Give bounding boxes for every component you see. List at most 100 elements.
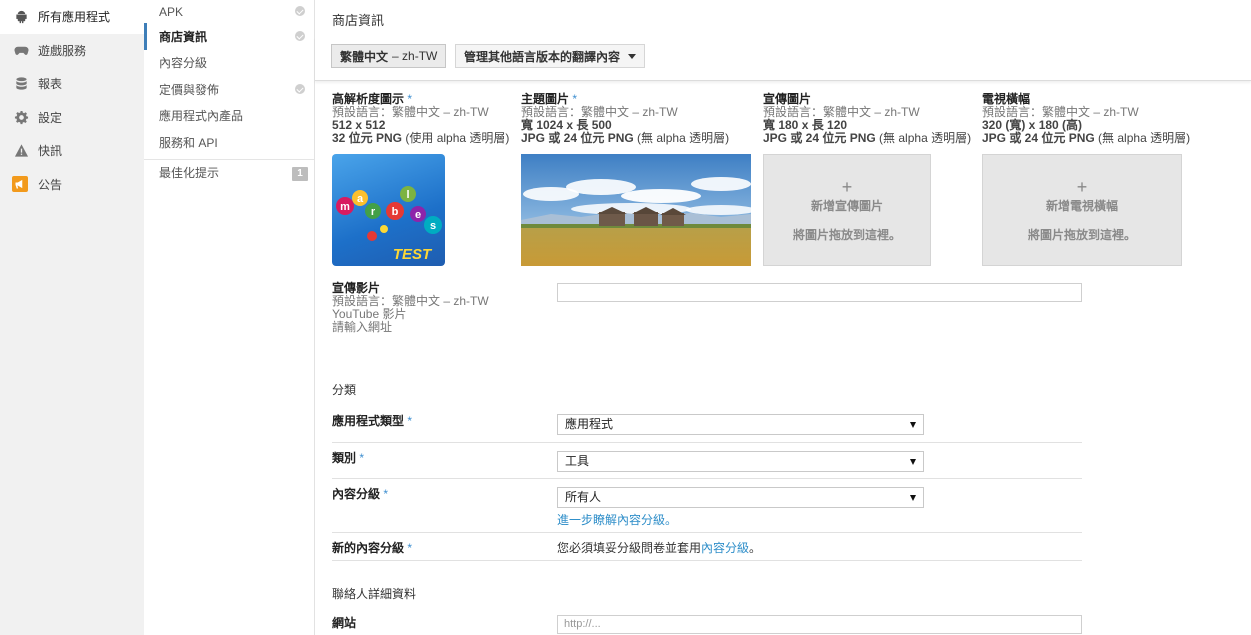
dropdown-arrow-icon [910, 495, 916, 501]
left-nav: 所有應用程式 遊戲服務 報表 設定 快訊 公告 [0, 0, 144, 635]
dropdown-arrow-icon [910, 459, 916, 465]
video-hint: 請輸入網址 [332, 320, 393, 334]
add-icon: + [1076, 177, 1088, 197]
svg-text:l: l [406, 189, 409, 201]
subnav-item-pricing[interactable]: 定價與發佈 [144, 76, 314, 103]
nav-label: 遊戲服務 [38, 43, 87, 58]
content-rating-select[interactable]: 所有人 [557, 487, 924, 508]
megaphone-icon [12, 176, 28, 193]
language-bar: 繁體中文 – zh-TW 管理其他語言版本的翻譯內容 [315, 37, 1251, 81]
subnav-label: 內容分級 [159, 56, 208, 71]
svg-text:r: r [371, 206, 376, 218]
gear-icon [12, 108, 30, 126]
hi-res-icon-info: 高解析度圖示 * 預設語言：繁體中文 – zh-TW 512 x 512 32 … [332, 93, 509, 145]
subnav-item-optimization-tips[interactable]: 最佳化提示 1 [144, 160, 314, 187]
check-circle-icon [295, 84, 305, 94]
subnav-item-in-app-products[interactable]: 應用程式內產品 [144, 103, 314, 130]
svg-text:a: a [357, 193, 364, 205]
category-label: 類別 * [332, 451, 365, 465]
page-title: 商店資訊 [332, 13, 385, 28]
app-type-row: 應用程式類型 * 應用程式 [332, 406, 1082, 443]
add-promo-label: 新增宣傳圖片 [810, 199, 883, 213]
nav-game-services[interactable]: 遊戲服務 [0, 34, 144, 68]
asset-format: JPG 或 24 位元 PNG (無 alpha 透明層) [982, 131, 1191, 145]
drag-hint: 將圖片拖放到這裡。 [1027, 228, 1136, 242]
dropdown-arrow-icon [910, 422, 916, 428]
promo-graphic-info: 宣傳圖片 預設語言：繁體中文 – zh-TW 寬 180 x 長 120 JPG… [763, 93, 971, 145]
subnav-label: APK [159, 4, 184, 19]
default-language-button[interactable]: 繁體中文 – zh-TW [331, 44, 447, 68]
check-circle-icon [295, 6, 305, 16]
subnav-item-store-listing[interactable]: 商店資訊 [144, 23, 314, 50]
svg-text:e: e [415, 209, 421, 221]
subnav-label: 最佳化提示 [159, 166, 220, 181]
add-tv-banner-label: 新增電視橫幅 [1045, 199, 1118, 213]
tv-banner-dropzone[interactable]: + 新增電視橫幅 將圖片拖放到這裡。 [982, 154, 1182, 266]
svg-text:b: b [392, 206, 399, 218]
app-sub-nav: APK 商店資訊 內容分級 定價與發佈 應用程式內產品 服務和 API 最佳化提… [144, 0, 315, 635]
subnav-item-services-api[interactable]: 服務和 API [144, 129, 314, 156]
contact-heading: 聯絡人詳細資料 [332, 587, 417, 601]
asset-format: 32 位元 PNG (使用 alpha 透明層) [332, 131, 510, 145]
manage-translations-dropdown[interactable]: 管理其他語言版本的翻譯內容 [455, 44, 646, 68]
svg-text:m: m [340, 201, 350, 213]
new-rating-note: 您必須填妥分級問卷並套用內容分級。 [557, 541, 762, 555]
android-icon [12, 8, 30, 26]
add-icon: + [841, 177, 853, 197]
website-input[interactable]: http://... [557, 615, 1082, 634]
nav-alerts[interactable]: 快訊 [0, 134, 144, 168]
subnav-item-apk[interactable]: APK [144, 0, 314, 23]
check-circle-icon [295, 31, 305, 41]
landscape-photo [521, 154, 751, 266]
marbles-icon: m a r b l e s TEST [336, 186, 442, 263]
subnav-label: 定價與發佈 [159, 82, 220, 97]
language-code: – zh-TW [392, 49, 438, 63]
app-type-select[interactable]: 應用程式 [557, 414, 924, 435]
svg-text:s: s [430, 220, 436, 232]
nav-label: 公告 [38, 177, 63, 192]
promo-graphic-dropzone[interactable]: + 新增宣傳圖片 將圖片拖放到這裡。 [763, 154, 931, 266]
icon-test-label: TEST [393, 246, 433, 263]
feature-graphic-image[interactable] [521, 154, 751, 266]
content-rating-row: 內容分級 * 所有人 進一步瞭解內容分級。 [332, 479, 1082, 533]
subnav-label: 應用程式內產品 [159, 109, 244, 124]
nav-reports[interactable]: 報表 [0, 67, 144, 101]
database-icon [12, 75, 30, 93]
gamepad-icon [12, 41, 30, 59]
nav-label: 快訊 [38, 144, 63, 159]
promo-video-info: 宣傳影片 預設語言：繁體中文 – zh-TW YouTube 影片 請輸入網址 [332, 282, 489, 334]
content-rating-label: 內容分級 * [332, 487, 389, 501]
caret-down-icon [628, 53, 637, 59]
website-label: 網站 [332, 616, 357, 630]
subnav-label: 服務和 API [159, 135, 218, 150]
categorization-heading: 分類 [332, 383, 357, 397]
promo-video-url-input[interactable] [557, 283, 1082, 302]
app-type-label: 應用程式類型 * [332, 414, 413, 428]
main-content: 商店資訊 繁體中文 – zh-TW 管理其他語言版本的翻譯內容 高解析度圖示 *… [315, 0, 1251, 635]
tv-banner-info: 電視橫幅 預設語言：繁體中文 – zh-TW 320 (寬) x 180 (高)… [982, 93, 1190, 145]
new-rating-label: 新的內容分級 * [332, 541, 413, 555]
warning-icon [12, 142, 30, 160]
app-icon-image[interactable]: m a r b l e s TEST [332, 154, 445, 266]
category-row: 類別 * 工具 [332, 443, 1082, 479]
nav-announcements[interactable]: 公告 [0, 168, 144, 202]
content-rating-link[interactable]: 內容分級 [701, 541, 749, 555]
nav-settings[interactable]: 設定 [0, 101, 144, 135]
drag-hint: 將圖片拖放到這裡。 [792, 228, 901, 242]
asset-format: JPG 或 24 位元 PNG (無 alpha 透明層) [763, 131, 972, 145]
nav-label: 報表 [38, 77, 63, 92]
nav-label: 設定 [38, 110, 63, 125]
category-select[interactable]: 工具 [557, 451, 924, 472]
learn-more-rating-link[interactable]: 進一步瞭解內容分級。 [557, 511, 677, 528]
subnav-item-content-rating[interactable]: 內容分級 [144, 50, 314, 77]
manage-translations-label: 管理其他語言版本的翻譯內容 [464, 49, 621, 64]
app-root: 所有應用程式 遊戲服務 報表 設定 快訊 公告 APK 商店資訊 內容分級 定價… [0, 0, 1251, 635]
nav-all-apps[interactable]: 所有應用程式 [0, 0, 144, 34]
count-badge: 1 [292, 166, 308, 181]
new-rating-row: 新的內容分級 * 您必須填妥分級問卷並套用內容分級。 [332, 533, 1082, 561]
asset-format: JPG 或 24 位元 PNG (無 alpha 透明層) [521, 131, 730, 145]
subnav-label: 商店資訊 [159, 29, 208, 44]
nav-label: 所有應用程式 [38, 10, 111, 25]
feature-graphic-info: 主題圖片 * 預設語言：繁體中文 – zh-TW 寬 1024 x 長 500 … [521, 93, 729, 145]
language-name: 繁體中文 [340, 49, 389, 64]
